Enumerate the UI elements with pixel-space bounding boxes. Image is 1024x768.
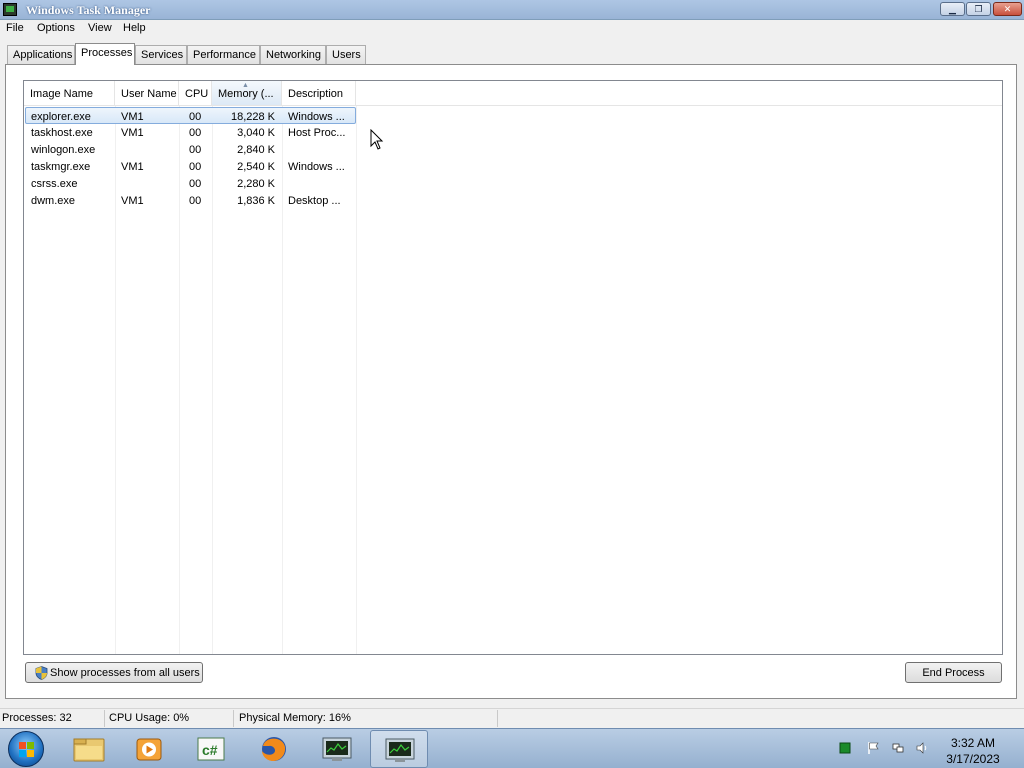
taskbar-csharp[interactable]: c# <box>182 730 240 768</box>
end-process-button[interactable]: End Process <box>905 662 1002 683</box>
table-row[interactable]: explorer.exe VM1 00 18,228 K Windows ... <box>25 107 356 124</box>
cell-cpu: 00 <box>189 144 202 156</box>
clock-time: 3:32 AM <box>950 736 996 750</box>
volume-icon[interactable] <box>916 742 928 754</box>
tab-services[interactable]: Services <box>135 45 187 64</box>
network-icon[interactable] <box>892 742 904 754</box>
end-process-label: End Process <box>922 667 985 679</box>
cell-memory: 2,540 K <box>237 161 275 173</box>
process-list[interactable]: Image Name User Name CPU ▲ Memory (... D… <box>23 80 1003 655</box>
cell-description: Windows ... <box>288 161 345 173</box>
column-header-user-name[interactable]: User Name <box>115 81 179 105</box>
status-divider <box>497 710 498 727</box>
windows-logo-icon <box>19 742 26 749</box>
cell-memory: 18,228 K <box>230 111 275 123</box>
header-divider <box>24 105 1002 106</box>
status-bar: Processes: 32 CPU Usage: 0% Physical Mem… <box>0 708 1024 728</box>
taskbar-media-player[interactable] <box>120 730 178 768</box>
table-row[interactable]: csrss.exe 00 2,280 K <box>25 175 356 192</box>
clock[interactable]: 3:32 AM 3/17/2023 <box>938 735 1008 767</box>
cell-cpu: 00 <box>189 111 202 123</box>
show-all-users-label: Show processes from all users <box>50 667 200 679</box>
cell-image-name: csrss.exe <box>31 178 78 190</box>
svg-text:c#: c# <box>202 742 218 758</box>
column-divider <box>356 106 357 654</box>
cell-description: Desktop ... <box>288 195 341 207</box>
cell-user-name: VM1 <box>121 127 144 139</box>
cell-cpu: 00 <box>189 161 202 173</box>
close-button[interactable]: ✕ <box>993 2 1022 16</box>
taskbar-firefox[interactable] <box>245 730 303 768</box>
menu-file[interactable]: File <box>6 22 24 34</box>
tab-users[interactable]: Users <box>326 45 366 64</box>
cell-user-name: VM1 <box>121 111 144 123</box>
cell-memory: 1,836 K <box>237 195 275 207</box>
cell-image-name: winlogon.exe <box>31 144 96 156</box>
green-square-icon[interactable] <box>839 742 851 754</box>
table-row[interactable]: dwm.exe VM1 00 1,836 K Desktop ... <box>25 192 356 209</box>
status-physical-memory: Physical Memory: 16% <box>239 712 351 724</box>
firefox-icon <box>262 737 286 761</box>
minimize-button[interactable]: ▁ <box>940 2 965 16</box>
status-cpu-usage: CPU Usage: 0% <box>109 712 190 724</box>
cell-image-name: taskhost.exe <box>31 127 93 139</box>
taskbar: c# 3:32 AM 3/17/2023 <box>0 728 1024 768</box>
taskbar-explorer[interactable] <box>60 730 118 768</box>
cell-user-name: VM1 <box>121 195 144 207</box>
cell-image-name: dwm.exe <box>31 195 76 207</box>
sort-ascending-icon: ▲ <box>242 82 249 89</box>
cell-description: Windows ... <box>288 111 345 123</box>
cell-memory: 3,040 K <box>237 127 275 139</box>
media-player-icon <box>136 738 162 761</box>
cell-cpu: 00 <box>189 178 202 190</box>
cell-memory: 2,280 K <box>237 178 275 190</box>
table-row[interactable]: taskmgr.exe VM1 00 2,540 K Windows ... <box>25 158 356 175</box>
cell-image-name: explorer.exe <box>31 111 91 123</box>
cell-cpu: 00 <box>189 127 202 139</box>
task-manager-icon <box>385 738 415 762</box>
table-row[interactable]: taskhost.exe VM1 00 3,040 K Host Proc... <box>25 124 356 141</box>
tab-processes[interactable]: Processes <box>75 43 135 65</box>
column-header-memory[interactable]: ▲ Memory (... <box>212 81 282 105</box>
windows-logo-icon <box>27 742 34 749</box>
taskbar-task-manager[interactable] <box>308 730 366 768</box>
start-button[interactable] <box>8 731 44 767</box>
column-header-memory-label: Memory (... <box>218 88 274 100</box>
table-row[interactable]: winlogon.exe 00 2,840 K <box>25 141 356 158</box>
flag-icon[interactable] <box>867 742 879 754</box>
task-manager-icon <box>3 3 17 16</box>
status-divider <box>104 710 105 727</box>
menu-help[interactable]: Help <box>123 22 146 34</box>
windows-logo-icon <box>27 750 34 757</box>
tab-applications[interactable]: Applications <box>7 45 75 64</box>
windows-logo-icon <box>19 750 26 757</box>
show-all-users-button[interactable]: Show processes from all users <box>25 662 203 683</box>
window-title: Windows Task Manager <box>26 3 151 17</box>
column-header-cpu[interactable]: CPU <box>179 81 212 105</box>
column-header-image-name[interactable]: Image Name <box>24 81 115 105</box>
menu-options[interactable]: Options <box>37 22 75 34</box>
tab-networking[interactable]: Networking <box>260 45 326 64</box>
task-manager-icon <box>322 737 352 761</box>
cell-user-name: VM1 <box>121 161 144 173</box>
cell-memory: 2,840 K <box>237 144 275 156</box>
cell-cpu: 00 <box>189 195 202 207</box>
cell-description: Host Proc... <box>288 127 346 139</box>
csharp-icon: c# <box>197 737 225 761</box>
menu-view[interactable]: View <box>88 22 112 34</box>
taskbar-task-manager-active[interactable] <box>370 730 428 768</box>
uac-shield-icon <box>35 666 48 680</box>
cell-image-name: taskmgr.exe <box>31 161 91 173</box>
maximize-button[interactable]: ❐ <box>966 2 991 16</box>
title-bar: Windows Task Manager ▁ ❐ ✕ <box>0 0 1024 20</box>
folder-icon <box>73 738 105 762</box>
tab-performance[interactable]: Performance <box>187 45 260 64</box>
menu-bar: File Options View Help <box>0 20 1024 38</box>
mouse-cursor-icon <box>370 129 384 150</box>
column-header-description[interactable]: Description <box>282 81 356 105</box>
clock-date: 3/17/2023 <box>946 752 1000 766</box>
status-processes: Processes: 32 <box>2 712 72 724</box>
status-divider <box>233 710 234 727</box>
